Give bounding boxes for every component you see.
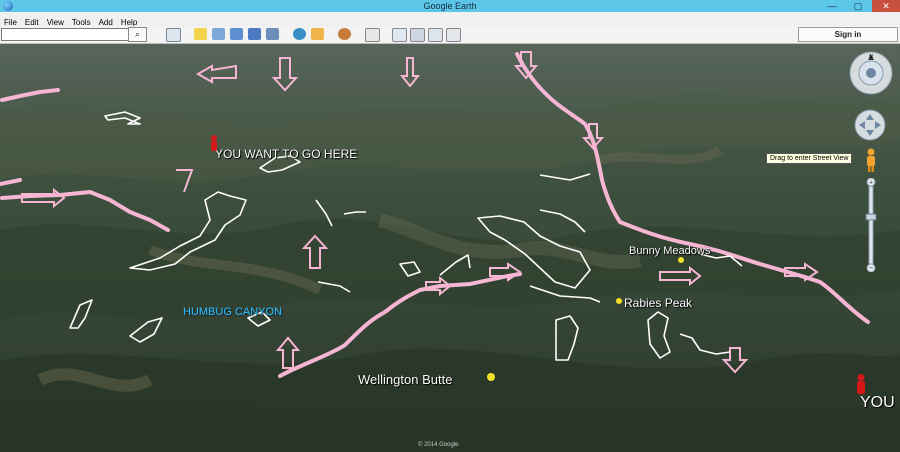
street-view-tooltip: Drag to enter Street View	[766, 153, 853, 164]
street-view-pegman-icon[interactable]	[864, 148, 878, 172]
pushpin-icon[interactable]	[615, 298, 623, 308]
close-button[interactable]: ✕	[872, 0, 900, 12]
map-viewport[interactable]: YOU WANT TO GO HERE HUMBUG CANYON Bunny …	[0, 44, 900, 452]
svg-text:−: −	[869, 264, 874, 273]
pushpin-icon[interactable]	[677, 257, 685, 267]
search-input[interactable]	[1, 28, 129, 41]
search-button[interactable]: ⌕	[128, 27, 147, 42]
label-rabies-peak: Rabies Peak	[624, 296, 693, 310]
zoom-slider[interactable]: + −	[865, 178, 877, 272]
menu-bar: File Edit View Tools Add Help	[0, 12, 900, 27]
minimize-button[interactable]: —	[820, 0, 844, 12]
planets-icon[interactable]	[338, 28, 351, 40]
look-around-control[interactable]: N	[848, 50, 894, 96]
label-bunny-meadows: Bunny Meadows	[629, 245, 711, 257]
maximize-button[interactable]: ▢	[846, 0, 870, 12]
save-image-icon[interactable]	[428, 28, 443, 42]
person-pin-icon[interactable]	[855, 374, 867, 394]
polygon-icon[interactable]	[212, 28, 225, 40]
svg-text:+: +	[869, 180, 873, 187]
person-pin-icon[interactable]	[209, 135, 219, 151]
toolbar: ⌕ Sign in	[0, 26, 900, 44]
view-in-maps-icon[interactable]	[446, 28, 461, 42]
sign-in-button[interactable]: Sign in	[798, 27, 898, 42]
title-bar: Google Earth — ▢ ✕	[0, 0, 900, 12]
email-icon[interactable]	[392, 28, 407, 42]
window-title: Google Earth	[423, 1, 477, 11]
ruler-icon[interactable]	[365, 28, 380, 42]
label-go-here: YOU WANT TO GO HERE	[215, 147, 358, 161]
pushpin-icon[interactable]	[486, 373, 496, 385]
print-icon[interactable]	[410, 28, 425, 42]
search-icon: ⌕	[134, 29, 141, 39]
placemark-icon[interactable]	[194, 28, 207, 40]
label-you: YOU	[860, 394, 895, 411]
copyright-text: © 2014 Google	[418, 442, 459, 448]
historical-imagery-icon[interactable]	[293, 28, 306, 40]
svg-text:N: N	[869, 54, 873, 60]
sidebar-toggle-icon[interactable]	[166, 28, 181, 42]
terrain-image	[0, 44, 900, 452]
move-control[interactable]	[853, 108, 887, 142]
label-wellington-butte: Wellington Butte	[358, 372, 453, 387]
path-icon[interactable]	[230, 28, 243, 40]
image-overlay-icon[interactable]	[248, 28, 261, 40]
record-tour-icon[interactable]	[266, 28, 279, 40]
sunlight-icon[interactable]	[311, 28, 324, 40]
label-humbug-canyon: HUMBUG CANYON	[183, 306, 283, 318]
